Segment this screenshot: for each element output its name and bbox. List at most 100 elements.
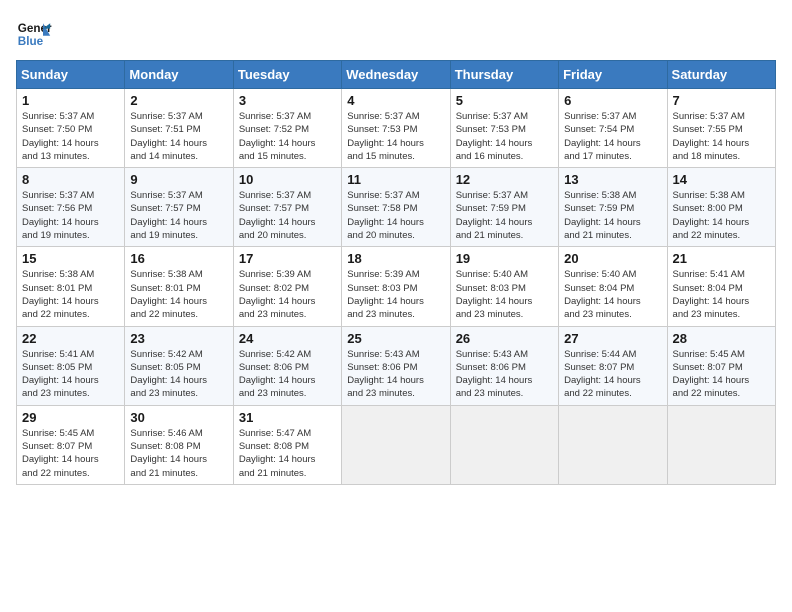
day-number: 23 bbox=[130, 331, 227, 346]
calendar-week-row: 29 Sunrise: 5:45 AM Sunset: 8:07 PM Dayli… bbox=[17, 405, 776, 484]
day-number: 11 bbox=[347, 172, 444, 187]
day-info: Sunrise: 5:43 AM Sunset: 8:06 PM Dayligh… bbox=[347, 348, 444, 401]
calendar-week-row: 15 Sunrise: 5:38 AM Sunset: 8:01 PM Dayli… bbox=[17, 247, 776, 326]
day-number: 8 bbox=[22, 172, 119, 187]
day-info: Sunrise: 5:37 AM Sunset: 7:50 PM Dayligh… bbox=[22, 110, 119, 163]
day-info: Sunrise: 5:40 AM Sunset: 8:04 PM Dayligh… bbox=[564, 268, 661, 321]
day-info: Sunrise: 5:42 AM Sunset: 8:06 PM Dayligh… bbox=[239, 348, 336, 401]
calendar-cell: 2Sunrise: 5:37 AM Sunset: 7:51 PM Daylig… bbox=[125, 89, 233, 168]
day-info: Sunrise: 5:37 AM Sunset: 7:58 PM Dayligh… bbox=[347, 189, 444, 242]
day-info: Sunrise: 5:44 AM Sunset: 8:07 PM Dayligh… bbox=[564, 348, 661, 401]
calendar-cell: 21Sunrise: 5:41 AM Sunset: 8:04 PM Dayli… bbox=[667, 247, 775, 326]
day-number: 29 bbox=[22, 410, 119, 425]
calendar-cell: 26 Sunrise: 5:43 AM Sunset: 8:06 PM Dayli… bbox=[450, 326, 558, 405]
calendar-cell: 1 Sunrise: 5:37 AM Sunset: 7:50 PM Daylig… bbox=[17, 89, 125, 168]
calendar-cell: 9 Sunrise: 5:37 AM Sunset: 7:57 PM Daylig… bbox=[125, 168, 233, 247]
day-number: 9 bbox=[130, 172, 227, 187]
day-info: Sunrise: 5:37 AM Sunset: 7:53 PM Dayligh… bbox=[456, 110, 553, 163]
day-number: 26 bbox=[456, 331, 553, 346]
calendar-cell: 25 Sunrise: 5:43 AM Sunset: 8:06 PM Dayli… bbox=[342, 326, 450, 405]
day-number: 10 bbox=[239, 172, 336, 187]
svg-text:Blue: Blue bbox=[18, 35, 44, 48]
day-info: Sunrise: 5:38 AM Sunset: 8:00 PM Dayligh… bbox=[673, 189, 770, 242]
logo: General Blue bbox=[16, 16, 52, 52]
page-header: General Blue bbox=[16, 16, 776, 52]
day-number: 28 bbox=[673, 331, 770, 346]
day-number: 12 bbox=[456, 172, 553, 187]
day-info: Sunrise: 5:39 AM Sunset: 8:03 PM Dayligh… bbox=[347, 268, 444, 321]
day-header-friday: Friday bbox=[559, 61, 667, 89]
day-number: 31 bbox=[239, 410, 336, 425]
calendar-cell: 28 Sunrise: 5:45 AM Sunset: 8:07 PM Dayli… bbox=[667, 326, 775, 405]
day-header-wednesday: Wednesday bbox=[342, 61, 450, 89]
calendar-cell bbox=[450, 405, 558, 484]
day-header-tuesday: Tuesday bbox=[233, 61, 341, 89]
day-number: 5 bbox=[456, 93, 553, 108]
day-number: 15 bbox=[22, 251, 119, 266]
calendar-cell: 17Sunrise: 5:39 AM Sunset: 8:02 PM Dayli… bbox=[233, 247, 341, 326]
calendar-cell: 3Sunrise: 5:37 AM Sunset: 7:52 PM Daylig… bbox=[233, 89, 341, 168]
day-info: Sunrise: 5:45 AM Sunset: 8:07 PM Dayligh… bbox=[22, 427, 119, 480]
calendar-cell: 27 Sunrise: 5:44 AM Sunset: 8:07 PM Dayli… bbox=[559, 326, 667, 405]
day-number: 6 bbox=[564, 93, 661, 108]
day-number: 24 bbox=[239, 331, 336, 346]
day-number: 20 bbox=[564, 251, 661, 266]
day-header-monday: Monday bbox=[125, 61, 233, 89]
calendar-cell: 15 Sunrise: 5:38 AM Sunset: 8:01 PM Dayli… bbox=[17, 247, 125, 326]
calendar-week-row: 22 Sunrise: 5:41 AM Sunset: 8:05 PM Dayli… bbox=[17, 326, 776, 405]
day-info: Sunrise: 5:38 AM Sunset: 8:01 PM Dayligh… bbox=[130, 268, 227, 321]
day-info: Sunrise: 5:41 AM Sunset: 8:05 PM Dayligh… bbox=[22, 348, 119, 401]
day-info: Sunrise: 5:37 AM Sunset: 7:53 PM Dayligh… bbox=[347, 110, 444, 163]
day-info: Sunrise: 5:37 AM Sunset: 7:54 PM Dayligh… bbox=[564, 110, 661, 163]
day-number: 4 bbox=[347, 93, 444, 108]
calendar-cell: 29 Sunrise: 5:45 AM Sunset: 8:07 PM Dayli… bbox=[17, 405, 125, 484]
calendar-cell: 8 Sunrise: 5:37 AM Sunset: 7:56 PM Daylig… bbox=[17, 168, 125, 247]
calendar-cell: 4 Sunrise: 5:37 AM Sunset: 7:53 PM Daylig… bbox=[342, 89, 450, 168]
day-info: Sunrise: 5:47 AM Sunset: 8:08 PM Dayligh… bbox=[239, 427, 336, 480]
day-number: 13 bbox=[564, 172, 661, 187]
day-number: 7 bbox=[673, 93, 770, 108]
day-number: 27 bbox=[564, 331, 661, 346]
calendar-table: SundayMondayTuesdayWednesdayThursdayFrid… bbox=[16, 60, 776, 485]
day-info: Sunrise: 5:37 AM Sunset: 7:57 PM Dayligh… bbox=[130, 189, 227, 242]
calendar-cell: 10 Sunrise: 5:37 AM Sunset: 7:57 PM Dayli… bbox=[233, 168, 341, 247]
calendar-week-row: 8 Sunrise: 5:37 AM Sunset: 7:56 PM Daylig… bbox=[17, 168, 776, 247]
calendar-cell: 22 Sunrise: 5:41 AM Sunset: 8:05 PM Dayli… bbox=[17, 326, 125, 405]
calendar-cell: 11 Sunrise: 5:37 AM Sunset: 7:58 PM Dayli… bbox=[342, 168, 450, 247]
day-info: Sunrise: 5:37 AM Sunset: 7:56 PM Dayligh… bbox=[22, 189, 119, 242]
calendar-cell: 24 Sunrise: 5:42 AM Sunset: 8:06 PM Dayli… bbox=[233, 326, 341, 405]
day-number: 16 bbox=[130, 251, 227, 266]
calendar-cell: 31 Sunrise: 5:47 AM Sunset: 8:08 PM Dayli… bbox=[233, 405, 341, 484]
day-info: Sunrise: 5:37 AM Sunset: 7:52 PM Dayligh… bbox=[239, 110, 336, 163]
day-info: Sunrise: 5:42 AM Sunset: 8:05 PM Dayligh… bbox=[130, 348, 227, 401]
day-number: 19 bbox=[456, 251, 553, 266]
day-info: Sunrise: 5:43 AM Sunset: 8:06 PM Dayligh… bbox=[456, 348, 553, 401]
calendar-cell: 5 Sunrise: 5:37 AM Sunset: 7:53 PM Daylig… bbox=[450, 89, 558, 168]
logo-icon: General Blue bbox=[16, 16, 52, 52]
day-info: Sunrise: 5:37 AM Sunset: 7:57 PM Dayligh… bbox=[239, 189, 336, 242]
day-number: 17 bbox=[239, 251, 336, 266]
day-header-sunday: Sunday bbox=[17, 61, 125, 89]
day-info: Sunrise: 5:38 AM Sunset: 8:01 PM Dayligh… bbox=[22, 268, 119, 321]
calendar-cell: 12 Sunrise: 5:37 AM Sunset: 7:59 PM Dayli… bbox=[450, 168, 558, 247]
day-number: 25 bbox=[347, 331, 444, 346]
day-number: 22 bbox=[22, 331, 119, 346]
calendar-cell: 13 Sunrise: 5:38 AM Sunset: 7:59 PM Dayli… bbox=[559, 168, 667, 247]
calendar-cell: 7Sunrise: 5:37 AM Sunset: 7:55 PM Daylig… bbox=[667, 89, 775, 168]
calendar-cell bbox=[559, 405, 667, 484]
day-header-saturday: Saturday bbox=[667, 61, 775, 89]
day-number: 18 bbox=[347, 251, 444, 266]
calendar-cell: 16 Sunrise: 5:38 AM Sunset: 8:01 PM Dayli… bbox=[125, 247, 233, 326]
calendar-cell: 14Sunrise: 5:38 AM Sunset: 8:00 PM Dayli… bbox=[667, 168, 775, 247]
day-info: Sunrise: 5:38 AM Sunset: 7:59 PM Dayligh… bbox=[564, 189, 661, 242]
day-info: Sunrise: 5:41 AM Sunset: 8:04 PM Dayligh… bbox=[673, 268, 770, 321]
day-number: 1 bbox=[22, 93, 119, 108]
day-header-thursday: Thursday bbox=[450, 61, 558, 89]
day-info: Sunrise: 5:37 AM Sunset: 7:59 PM Dayligh… bbox=[456, 189, 553, 242]
calendar-cell: 30 Sunrise: 5:46 AM Sunset: 8:08 PM Dayli… bbox=[125, 405, 233, 484]
calendar-cell: 19Sunrise: 5:40 AM Sunset: 8:03 PM Dayli… bbox=[450, 247, 558, 326]
day-info: Sunrise: 5:46 AM Sunset: 8:08 PM Dayligh… bbox=[130, 427, 227, 480]
calendar-week-row: 1 Sunrise: 5:37 AM Sunset: 7:50 PM Daylig… bbox=[17, 89, 776, 168]
day-info: Sunrise: 5:45 AM Sunset: 8:07 PM Dayligh… bbox=[673, 348, 770, 401]
day-number: 30 bbox=[130, 410, 227, 425]
